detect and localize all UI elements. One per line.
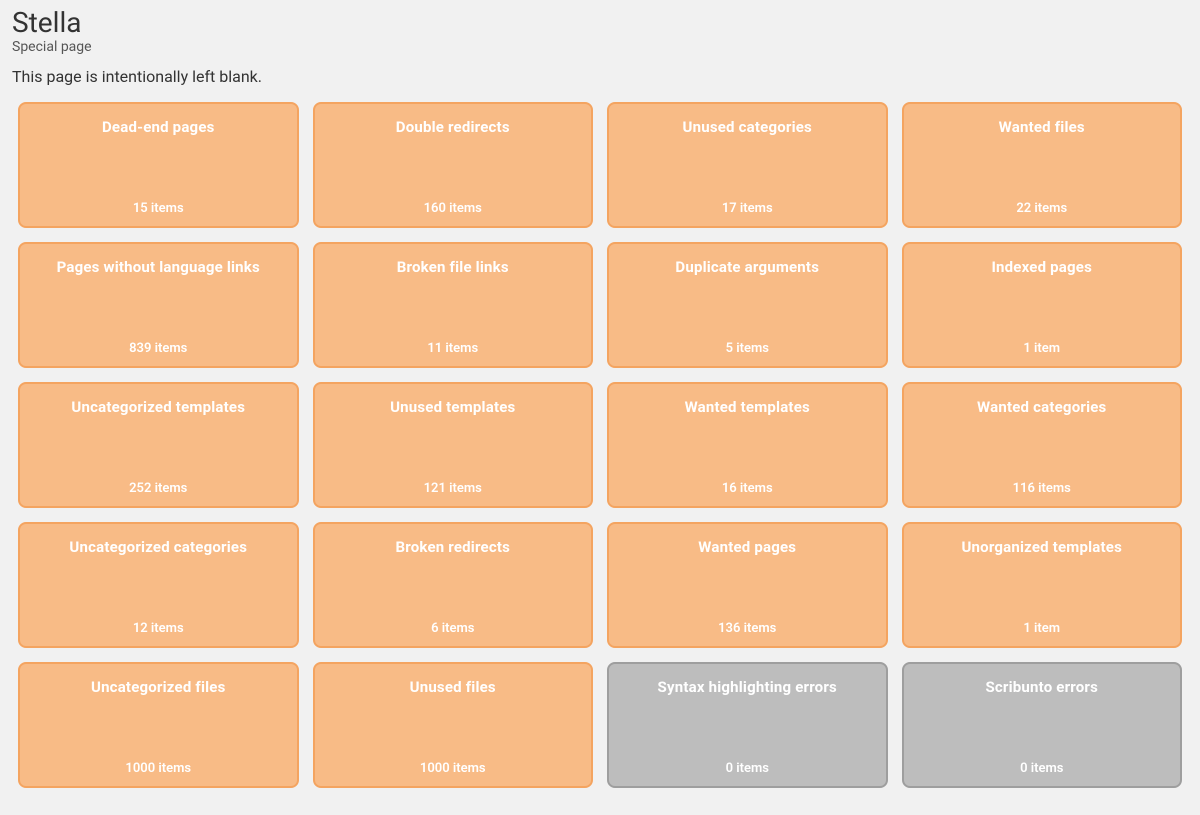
report-card-title: Wanted templates	[619, 398, 876, 416]
report-card[interactable]: Wanted files 22 items	[902, 102, 1183, 228]
report-card-count: 1 item	[914, 341, 1171, 356]
report-card-title: Unused categories	[619, 118, 876, 136]
report-card[interactable]: Unused categories 17 items	[607, 102, 888, 228]
page-description: This page is intentionally left blank.	[12, 67, 1188, 86]
report-card[interactable]: Wanted templates 16 items	[607, 382, 888, 508]
report-card-title: Wanted files	[914, 118, 1171, 136]
report-card-title: Pages without language links	[30, 258, 287, 276]
report-card[interactable]: Unorganized templates 1 item	[902, 522, 1183, 648]
report-card-count: 121 items	[325, 481, 582, 496]
report-card[interactable]: Wanted categories 116 items	[902, 382, 1183, 508]
report-card[interactable]: Unused templates 121 items	[313, 382, 594, 508]
report-card-title: Duplicate arguments	[619, 258, 876, 276]
report-card[interactable]: Dead-end pages 15 items	[18, 102, 299, 228]
report-card-title: Broken redirects	[325, 538, 582, 556]
report-card-title: Wanted pages	[619, 538, 876, 556]
report-card[interactable]: Broken file links 11 items	[313, 242, 594, 368]
report-card-count: 12 items	[30, 621, 287, 636]
page-subtitle: Special page	[12, 39, 1188, 55]
report-card-count: 136 items	[619, 621, 876, 636]
report-card[interactable]: Uncategorized templates 252 items	[18, 382, 299, 508]
page-header: Stella Special page This page is intenti…	[0, 0, 1200, 86]
report-card-title: Uncategorized files	[30, 678, 287, 696]
report-card-count: 16 items	[619, 481, 876, 496]
report-card-title: Broken file links	[325, 258, 582, 276]
report-card[interactable]: Wanted pages 136 items	[607, 522, 888, 648]
page-title: Stella	[12, 6, 1188, 39]
report-card[interactable]: Pages without language links 839 items	[18, 242, 299, 368]
report-card-title: Unused files	[325, 678, 582, 696]
report-card-count: 839 items	[30, 341, 287, 356]
report-card-count: 160 items	[325, 201, 582, 216]
report-card[interactable]: Broken redirects 6 items	[313, 522, 594, 648]
report-card-count: 1 item	[914, 621, 1171, 636]
report-card-title: Dead-end pages	[30, 118, 287, 136]
report-card-count: 17 items	[619, 201, 876, 216]
report-card-title: Double redirects	[325, 118, 582, 136]
report-card-title: Uncategorized templates	[30, 398, 287, 416]
report-card[interactable]: Uncategorized categories 12 items	[18, 522, 299, 648]
report-card-count: 22 items	[914, 201, 1171, 216]
report-card[interactable]: Uncategorized files 1000 items	[18, 662, 299, 788]
report-card[interactable]: Syntax highlighting errors 0 items	[607, 662, 888, 788]
report-card[interactable]: Scribunto errors 0 items	[902, 662, 1183, 788]
report-card-title: Uncategorized categories	[30, 538, 287, 556]
report-card-count: 6 items	[325, 621, 582, 636]
report-card-count: 1000 items	[30, 761, 287, 776]
report-card-count: 116 items	[914, 481, 1171, 496]
report-card-count: 252 items	[30, 481, 287, 496]
card-grid: Dead-end pages 15 items Double redirects 16…	[0, 102, 1200, 788]
report-card[interactable]: Double redirects 160 items	[313, 102, 594, 228]
report-card-count: 1000 items	[325, 761, 582, 776]
report-card[interactable]: Unused files 1000 items	[313, 662, 594, 788]
report-card-count: 0 items	[914, 761, 1171, 776]
report-card[interactable]: Duplicate arguments 5 items	[607, 242, 888, 368]
report-card-title: Unused templates	[325, 398, 582, 416]
report-card-count: 5 items	[619, 341, 876, 356]
report-card-title: Wanted categories	[914, 398, 1171, 416]
report-card-count: 11 items	[325, 341, 582, 356]
report-card-count: 0 items	[619, 761, 876, 776]
report-card[interactable]: Indexed pages 1 item	[902, 242, 1183, 368]
report-card-title: Scribunto errors	[914, 678, 1171, 696]
report-card-count: 15 items	[30, 201, 287, 216]
report-card-title: Unorganized templates	[914, 538, 1171, 556]
report-card-title: Syntax highlighting errors	[619, 678, 876, 696]
report-card-title: Indexed pages	[914, 258, 1171, 276]
